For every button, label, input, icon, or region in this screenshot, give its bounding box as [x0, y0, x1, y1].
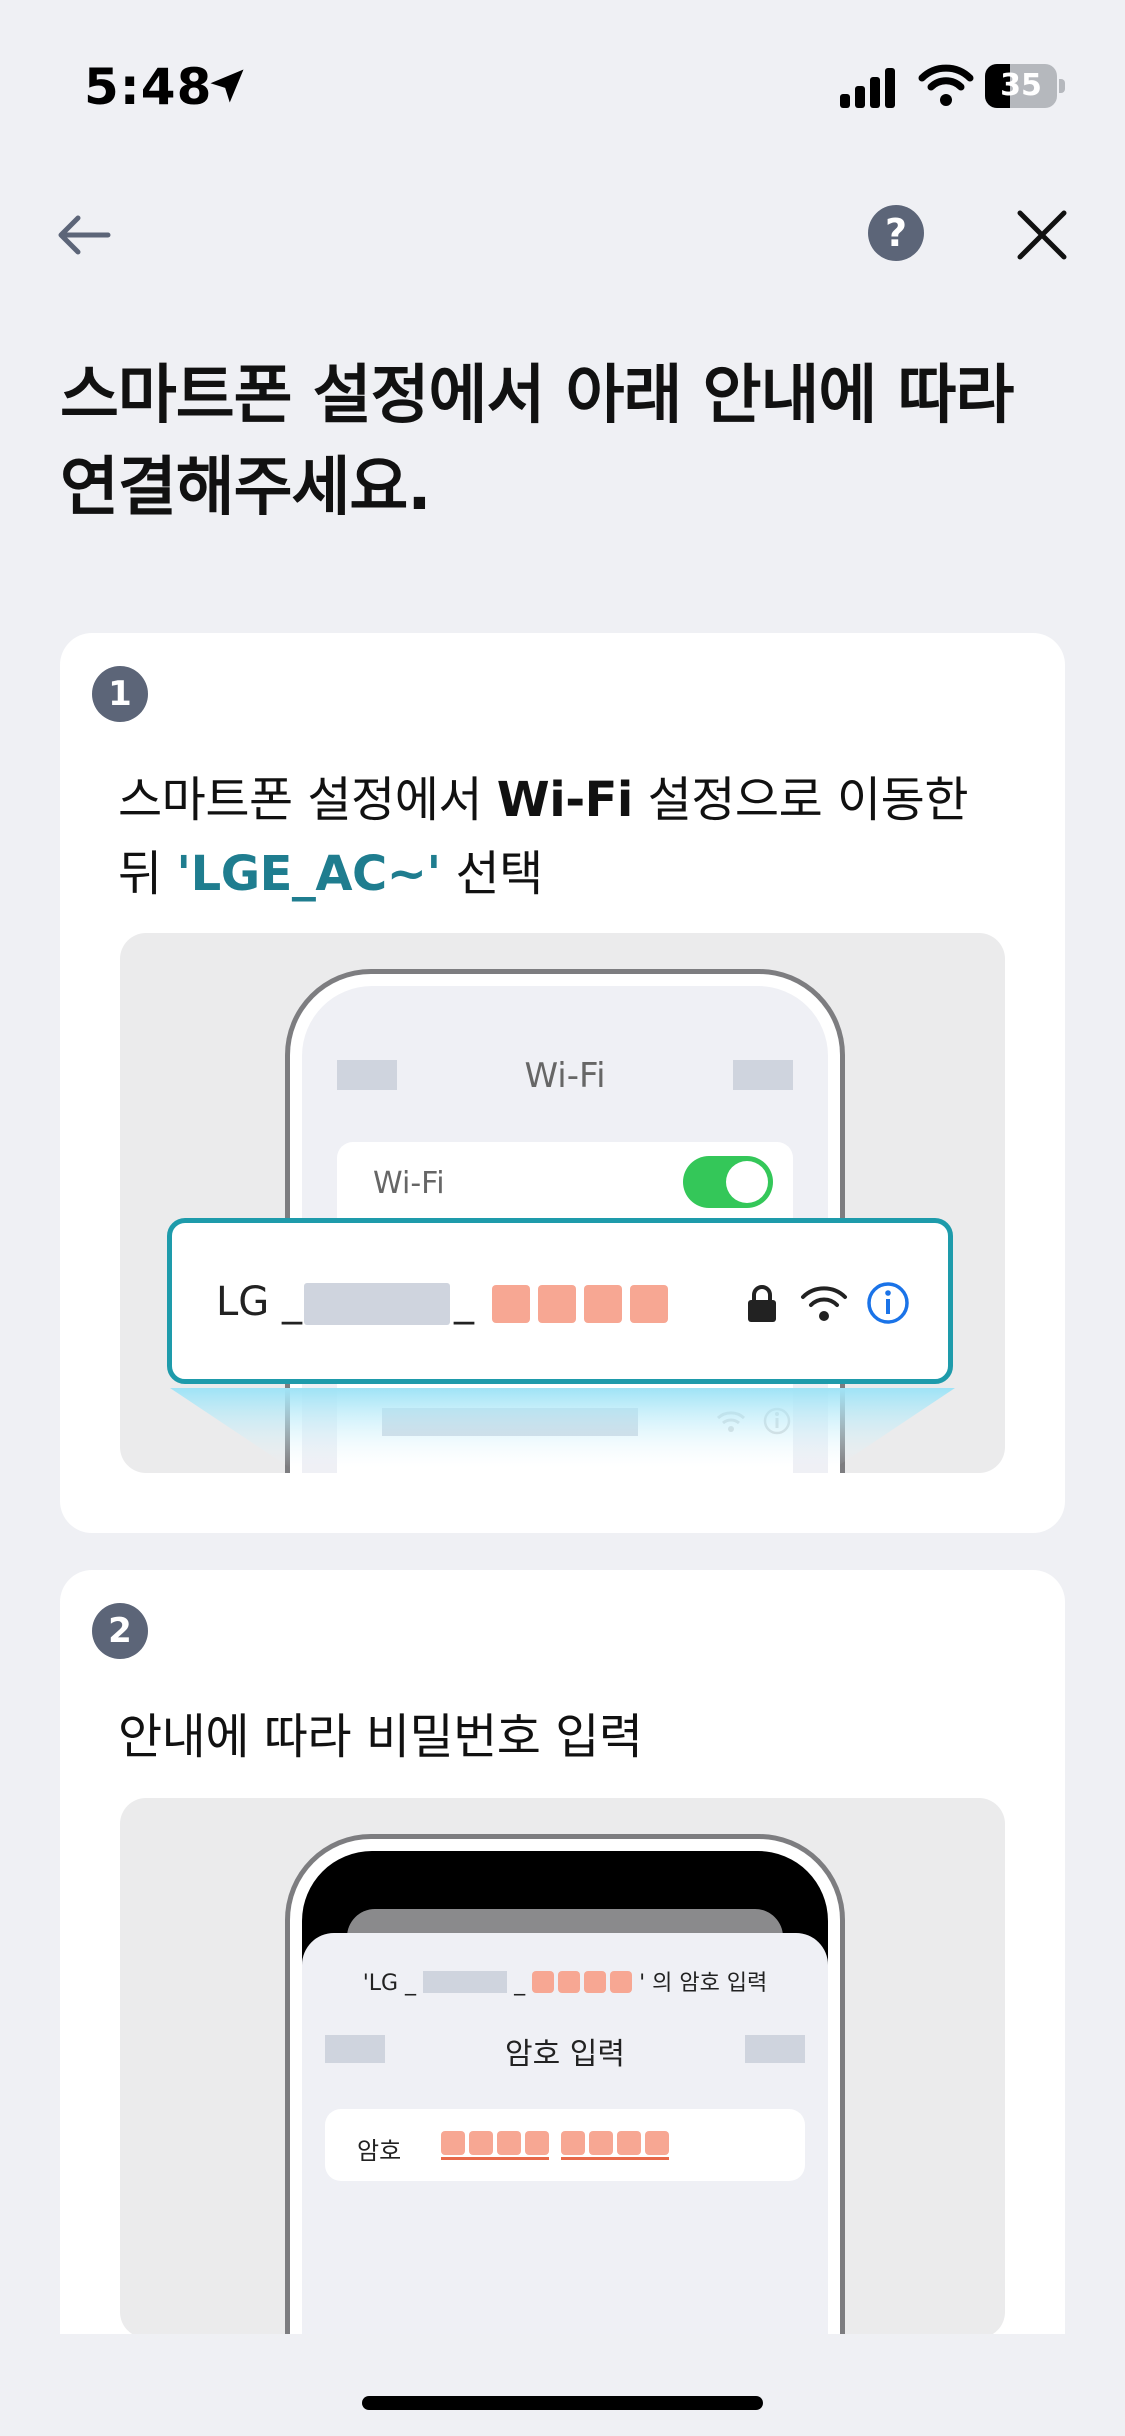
wifi-toggle [683, 1156, 773, 1208]
wifi-status-icon [918, 64, 974, 106]
step-2-badge: 2 [92, 1603, 148, 1659]
network-name-highlight: 'LGE_AC~' [176, 846, 441, 902]
battery-percent: 35 [1000, 68, 1042, 103]
battery-indicator: 35 [985, 64, 1065, 108]
info-icon [867, 1282, 909, 1324]
back-arrow-icon[interactable] [54, 205, 114, 265]
password-dialog: 'LG _ _ ' 의 암호 입력 암호 입력 암호 [302, 1933, 828, 2338]
wifi-signal-icon [801, 1286, 847, 1321]
password-dialog-header: 'LG _ _ ' 의 암호 입력 [362, 1971, 768, 1996]
phone-frame-2: 'LG _ _ ' 의 암호 입력 암호 입력 암호 [285, 1834, 845, 2338]
masked-network-id [304, 1283, 450, 1325]
status-time: 5:48 [84, 58, 213, 116]
wifi-settings-illustration: Wi-Fi Wi-Fi LG _ _ [120, 933, 1005, 1473]
page-title: 스마트폰 설정에서 아래 안내에 따라 연결해주세요. [60, 359, 1014, 525]
lock-icon [748, 1285, 776, 1322]
network-name-prefix: LG _ [216, 1279, 302, 1325]
step-1-badge: 1 [92, 666, 148, 722]
help-button[interactable]: ? [868, 205, 924, 261]
step-2-card: 2 안내에 따라 비밀번호 입력 'LG _ _ ' 의 암호 입력 암호 입력 [60, 1570, 1065, 2436]
location-arrow-icon [210, 69, 244, 103]
password-illustration: 'LG _ _ ' 의 암호 입력 암호 입력 암호 [120, 1798, 1005, 2338]
step-2-instruction: 안내에 따라 비밀번호 입력 [118, 1709, 643, 1765]
masked-network-id-small [423, 1971, 508, 1993]
step-1-card: 1 스마트폰 설정에서 Wi-Fi 설정으로 이동한 뒤 'LGE_AC~' 선… [60, 633, 1065, 1533]
password-label: 암호 [357, 2137, 402, 2165]
close-icon[interactable] [1012, 205, 1072, 265]
step-1-instruction: 스마트폰 설정에서 Wi-Fi 설정으로 이동한 뒤 'LGE_AC~' 선택 [118, 772, 969, 902]
masked-password [441, 2131, 669, 2160]
cellular-signal-icon [840, 68, 895, 108]
phone-screen-title: Wi-Fi [524, 1056, 606, 1096]
highlighted-network-row: LG _ _ [167, 1218, 953, 1384]
wifi-row-label: Wi-Fi [373, 1166, 445, 1201]
masked-network-suffix-small [532, 1971, 633, 1993]
highlight-glow [170, 1388, 955, 1468]
password-screen-title: 암호 입력 [505, 2037, 625, 2072]
network-name-separator: _ [454, 1279, 474, 1325]
password-field: 암호 [325, 2109, 805, 2181]
masked-network-suffix [492, 1285, 668, 1323]
home-indicator[interactable] [362, 2396, 763, 2410]
